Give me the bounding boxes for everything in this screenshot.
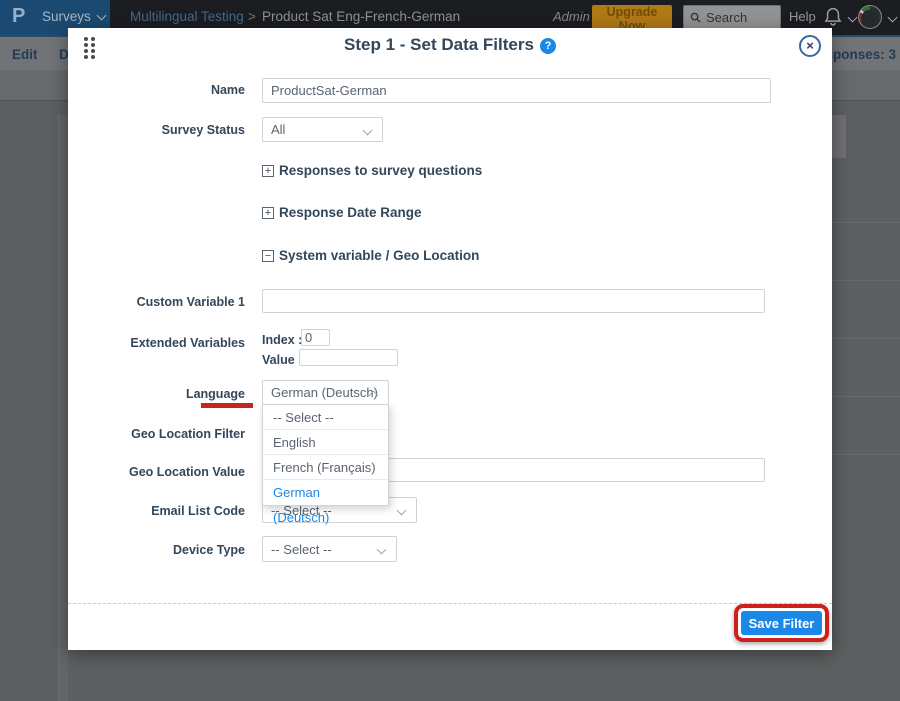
survey-status-label: Survey Status [78, 123, 245, 137]
background-row-divider [832, 222, 900, 223]
nav-surveys-menu[interactable]: Surveys [42, 9, 105, 24]
chevron-down-icon [377, 545, 387, 555]
expand-icon: + [262, 165, 274, 177]
expand-icon: + [262, 207, 274, 219]
set-data-filters-dialog: Step 1 - Set Data Filters? × Name Survey… [68, 28, 832, 650]
nav-surveys-label: Surveys [42, 9, 91, 24]
help-icon[interactable]: ? [540, 38, 556, 54]
chevron-down-icon [397, 506, 407, 516]
custom-variable-input[interactable] [262, 289, 765, 313]
background-row-divider [832, 396, 900, 397]
language-option[interactable]: -- Select -- [263, 405, 388, 430]
language-option[interactable]: French (Français) [263, 455, 388, 480]
value-input[interactable] [299, 349, 398, 366]
save-filter-button[interactable]: Save Filter [741, 611, 822, 635]
background-card [832, 115, 846, 158]
geo-location-value-label: Geo Location Value [78, 465, 245, 479]
custom-variable-label: Custom Variable 1 [78, 295, 245, 309]
chevron-down-icon[interactable] [888, 13, 898, 23]
breadcrumb-separator: > [248, 9, 256, 24]
language-select[interactable]: German (Deutsch) [262, 380, 389, 405]
annotation-red-underline [201, 403, 253, 408]
app-page: P Surveys Multilingual Testing > Product… [0, 0, 900, 701]
geo-location-filter-label: Geo Location Filter [78, 427, 245, 441]
index-input[interactable] [301, 329, 330, 346]
admin-label: Admin [553, 9, 590, 24]
device-type-label: Device Type [78, 543, 245, 557]
survey-status-select[interactable]: All [262, 117, 383, 142]
language-option[interactable]: English [263, 430, 388, 455]
language-label: Language [78, 387, 245, 401]
section-responses-to-questions[interactable]: +Responses to survey questions [262, 163, 482, 178]
search-icon [690, 12, 701, 23]
chevron-down-icon [96, 11, 106, 21]
device-type-select[interactable]: -- Select -- [262, 536, 397, 562]
breadcrumb-link[interactable]: Multilingual Testing [130, 9, 244, 24]
background-panel-edge [58, 115, 68, 701]
help-link[interactable]: Help [789, 9, 816, 24]
extended-variables-label: Extended Variables [78, 336, 245, 350]
upgrade-now-button[interactable]: Upgrade Now [592, 5, 672, 30]
search-placeholder: Search [706, 10, 747, 25]
background-row-divider [832, 338, 900, 339]
language-dropdown-list: -- Select -- English French (Français) G… [262, 404, 389, 506]
breadcrumb-current: Product Sat Eng-French-German [262, 9, 460, 24]
name-input[interactable] [262, 78, 771, 103]
annotation-red-ring: Save Filter [734, 604, 829, 642]
tab-edit[interactable]: Edit [12, 47, 38, 62]
chevron-down-icon[interactable] [848, 13, 858, 23]
name-label: Name [78, 83, 245, 97]
index-label: Index : [262, 333, 302, 347]
chevron-down-icon [363, 126, 373, 136]
search-input[interactable]: Search [683, 5, 781, 30]
account-avatar[interactable] [858, 5, 882, 29]
questionpro-logo[interactable]: P [12, 5, 25, 28]
footer-divider [68, 603, 832, 604]
section-system-variable-geo[interactable]: −System variable / Geo Location [262, 248, 479, 263]
section-response-date-range[interactable]: +Response Date Range [262, 205, 422, 220]
collapse-icon: − [262, 250, 274, 262]
dialog-title: Step 1 - Set Data Filters? [68, 35, 832, 55]
close-icon[interactable]: × [799, 35, 821, 57]
language-option-selected[interactable]: German (Deutsch) [263, 480, 388, 505]
email-list-code-label: Email List Code [78, 504, 245, 518]
background-row-divider [832, 454, 900, 455]
value-label: Value : [262, 353, 302, 367]
background-row-divider [832, 280, 900, 281]
